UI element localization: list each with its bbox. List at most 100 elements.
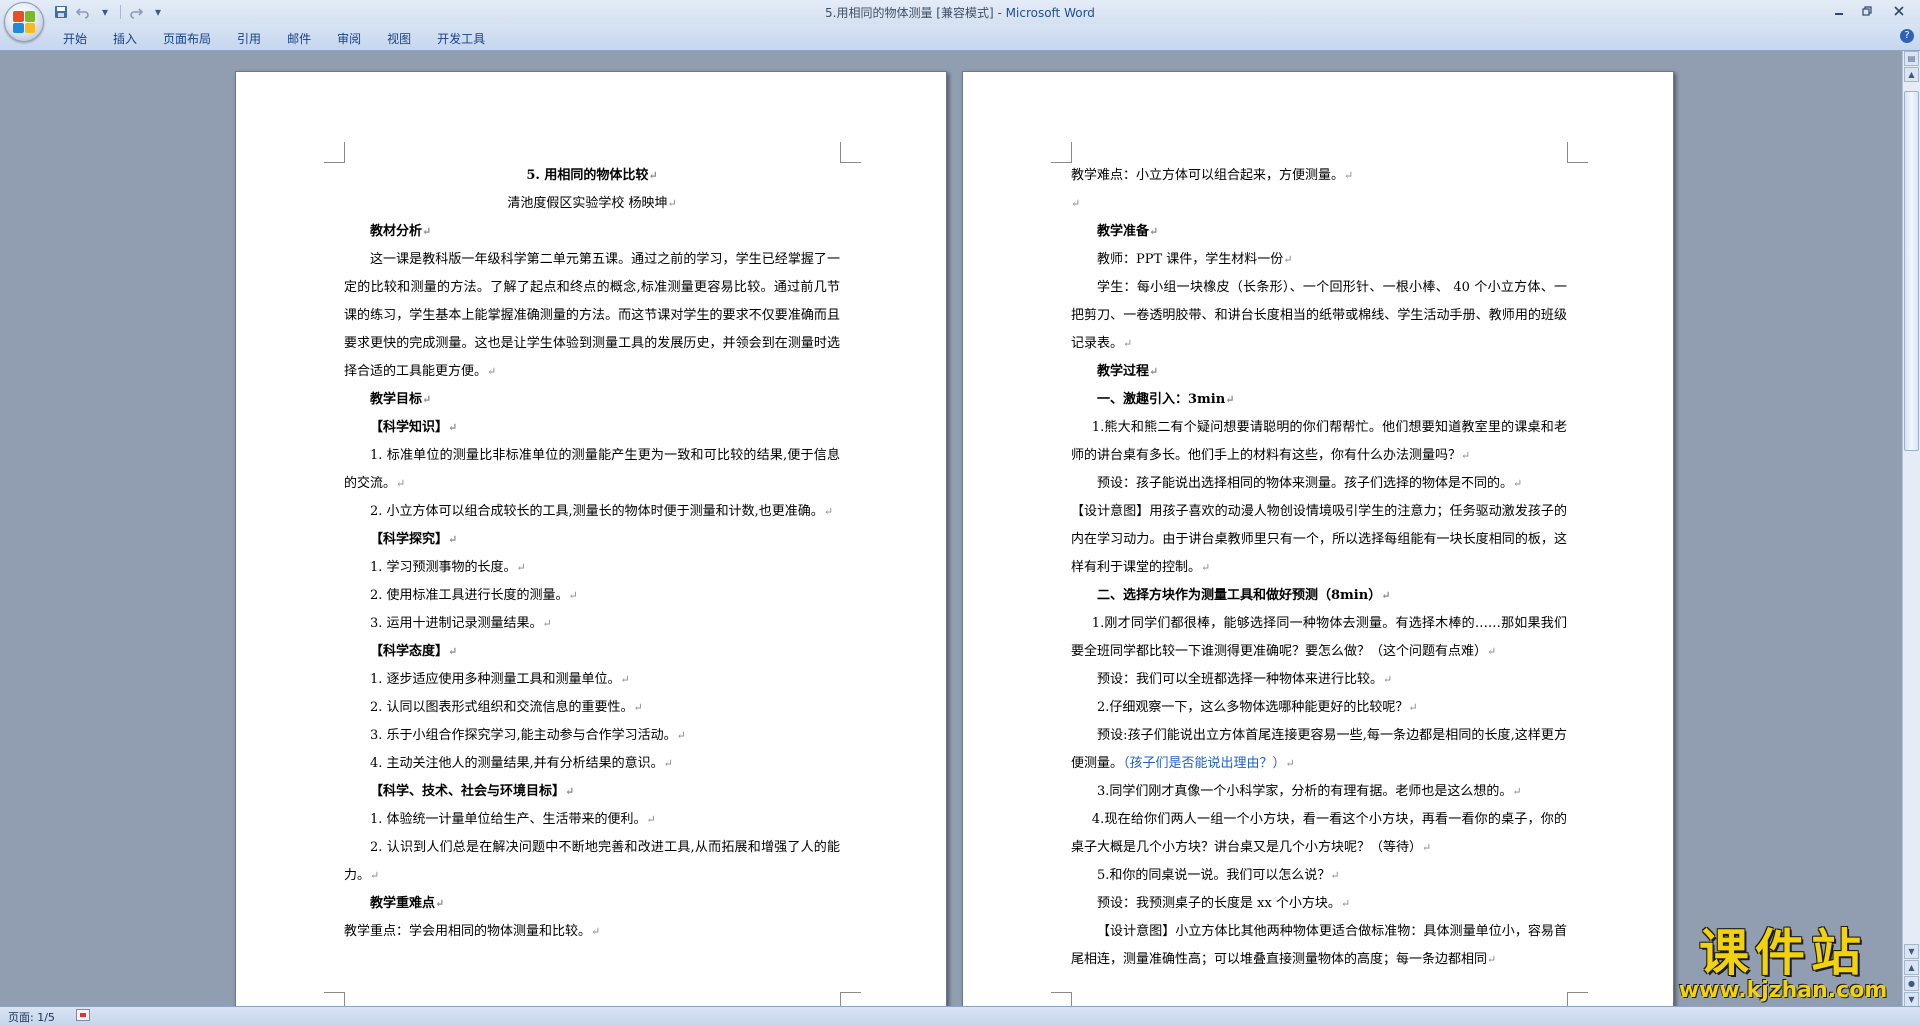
help-icon[interactable]: ? [1900, 29, 1914, 43]
document-paragraph[interactable]: 2. 认同以图表形式组织和交流信息的重要性。↵ [344, 694, 840, 722]
paragraph-mark-icon: ↵ [1225, 393, 1235, 406]
paragraph-text: 二、选择方块作为测量工具和做好预测（8min） [1097, 588, 1382, 603]
document-paragraph[interactable]: ↵ [1071, 190, 1567, 218]
browse-object-icon[interactable]: ● [1904, 976, 1919, 991]
margin-mark-bottom-left [1051, 992, 1072, 1007]
page-1[interactable]: 5. 用相同的物体比较↵ 清池度假区实验学校 杨映坤↵ 教材分析↵ 这一课是教科版一年… [235, 71, 947, 1007]
paragraph-mark-icon: ↵ [823, 505, 834, 518]
office-button[interactable] [4, 2, 44, 42]
document-paragraph[interactable]: 教学重点：学会用相同的物体测量和比较。↵ [344, 918, 840, 946]
paragraph-mark-icon: ↵ [1283, 253, 1293, 266]
tab-review[interactable]: 审阅 [324, 28, 374, 49]
document-paragraph[interactable]: 这一课是教科版一年级科学第二单元第五课。通过之前的学习，学生已经掌握了一定的比较… [344, 246, 840, 386]
document-area[interactable]: 5. 用相同的物体比较↵ 清池度假区实验学校 杨映坤↵ 教材分析↵ 这一课是教科版一年… [0, 51, 1903, 1007]
scroll-down-icon[interactable]: ▼ [1904, 944, 1919, 959]
scrollbar-thumb[interactable] [1904, 91, 1919, 451]
vertical-scrollbar[interactable]: ▤ ▲ ▼ ▲ ● ▼ [1902, 51, 1920, 1007]
document-paragraph[interactable]: 【设计意图】小立方体比其他两种物体更适合做标准物：具体测量单位小，容易首尾相连，… [1071, 918, 1567, 974]
previous-page-icon[interactable]: ▲ [1904, 960, 1919, 975]
paragraph-text: 4. 主动关注他人的测量结果,并有分析结果的意识。 [370, 756, 664, 771]
tab-references[interactable]: 引用 [224, 28, 274, 49]
document-paragraph[interactable]: 教学目标↵ [344, 386, 840, 414]
ribbon-tabs: 开始 插入 页面布局 引用 邮件 审阅 视图 开发工具 [50, 28, 498, 49]
paragraph-mark-icon: ↵ [1461, 449, 1471, 462]
paragraph-text: 清池度假区实验学校 杨映坤 [507, 196, 668, 211]
paragraph-text: 2. 小立方体可以组合成较长的工具,测量长的物体时便于测量和计数,也更准确。 [370, 504, 824, 519]
scroll-up-icon[interactable]: ▲ [1904, 67, 1919, 82]
document-paragraph[interactable]: 预设:孩子们能说出立方体首尾连接更容易一些,每一条边都是相同的长度,这样更方便测… [1071, 722, 1567, 778]
document-paragraph[interactable]: 3. 运用十进制记录测量结果。↵ [344, 610, 840, 638]
document-paragraph[interactable]: 【科学、技术、社会与环境目标】↵ [344, 778, 840, 806]
paragraph-text: 2. 使用标准工具进行长度的测量。 [370, 588, 569, 603]
tab-page-layout[interactable]: 页面布局 [150, 28, 224, 49]
document-paragraph[interactable]: 预设：孩子能说出选择相同的物体来测量。孩子们选择的物体是不同的。↵ [1071, 470, 1567, 498]
tab-mailings[interactable]: 邮件 [274, 28, 324, 49]
document-paragraph[interactable]: 3.同学们刚才真像一个小科学家，分析的有理有据。老师也是这么想的。↵ [1071, 778, 1567, 806]
paragraph-text: 教学重难点 [370, 896, 436, 911]
document-paragraph[interactable]: 2. 认识到人们总是在解决问题中不断地完善和改进工具,从而拓展和增强了人的能力。… [344, 834, 840, 890]
document-paragraph[interactable]: 【科学态度】↵ [344, 638, 840, 666]
paragraph-mark-icon: ↵ [422, 393, 432, 406]
paragraph-mark-icon: ↵ [1422, 841, 1432, 854]
page-2-content[interactable]: 教学难点：小立方体可以组合起来，方便测量。↵ ↵ 教学准备↵ 教师：PPT 课件，学生… [1071, 162, 1567, 974]
ruler-toggle-icon[interactable]: ▤ [1904, 51, 1919, 66]
document-paragraph[interactable]: 【设计意图】用孩子喜欢的动漫人物创设情境吸引学生的注意力；任务驱动激发孩子的内在… [1071, 498, 1567, 582]
document-paragraph[interactable]: 【科学知识】↵ [344, 414, 840, 442]
document-paragraph[interactable]: 2. 小立方体可以组合成较长的工具,测量长的物体时便于测量和计数,也更准确。↵ [344, 498, 840, 526]
tab-insert[interactable]: 插入 [100, 28, 150, 49]
paragraph-text: 教学准备 [1097, 224, 1150, 239]
document-paragraph[interactable]: 教材分析↵ [344, 218, 840, 246]
minimize-icon[interactable] [1826, 2, 1852, 20]
document-paragraph[interactable]: 1. 体验统一计量单位给生产、生活带来的便利。↵ [344, 806, 840, 834]
document-paragraph[interactable]: 学生：每小组一块橡皮（长条形）、一个回形针、一根小棒、 40 个小立方体、一把剪… [1071, 274, 1567, 358]
document-paragraph[interactable]: 1. 学习预测事物的长度。↵ [344, 554, 840, 582]
paragraph-text: 教学目标 [370, 392, 423, 407]
document-paragraph[interactable]: 2.仔细观察一下，这么多物体选哪种能更好的比较呢？↵ [1071, 694, 1567, 722]
document-paragraph[interactable]: 4.现在给你们两人一组一个小方块，看一看这个小方块，再看一看你的桌子，你的桌子大… [1071, 806, 1567, 862]
paragraph-mark-icon: ↵ [422, 225, 432, 238]
tab-developer[interactable]: 开发工具 [424, 28, 498, 49]
document-paragraph[interactable]: 清池度假区实验学校 杨映坤↵ [344, 190, 840, 218]
watermark-logo: 课件站 www.kjzhan.com [1668, 927, 1898, 1003]
restore-icon[interactable] [1854, 2, 1880, 20]
page-2[interactable]: 教学难点：小立方体可以组合起来，方便测量。↵ ↵ 教学准备↵ 教师：PPT 课件，学生… [962, 71, 1674, 1007]
document-paragraph[interactable]: 1.熊大和熊二有个疑问想要请聪明的你们帮帮忙。他们想要知道教室里的课桌和老师的讲… [1071, 414, 1567, 470]
paragraph-text: 【科学探究】 [370, 532, 449, 547]
page-count[interactable]: 页面: 1/5 [8, 1009, 55, 1025]
document-paragraph[interactable]: 教师：PPT 课件，学生材料一份↵ [1071, 246, 1567, 274]
document-paragraph[interactable]: 5.和你的同桌说一说。我们可以怎么说？↵ [1071, 862, 1567, 890]
document-paragraph[interactable]: 二、选择方块作为测量工具和做好预测（8min）↵ [1071, 582, 1567, 610]
tab-view[interactable]: 视图 [374, 28, 424, 49]
proofing-status-icon[interactable] [76, 1009, 90, 1021]
document-paragraph[interactable]: 4. 主动关注他人的测量结果,并有分析结果的意识。↵ [344, 750, 840, 778]
paragraph-text: 1. 逐步适应使用多种测量工具和测量单位。 [370, 672, 621, 687]
document-paragraph[interactable]: 教学准备↵ [1071, 218, 1567, 246]
document-paragraph[interactable]: 教学难点：小立方体可以组合起来，方便测量。↵ [1071, 162, 1567, 190]
document-paragraph[interactable]: 【科学探究】↵ [344, 526, 840, 554]
next-page-icon[interactable]: ▼ [1904, 992, 1919, 1007]
page-1-content[interactable]: 5. 用相同的物体比较↵ 清池度假区实验学校 杨映坤↵ 教材分析↵ 这一课是教科版一年… [344, 162, 840, 946]
margin-mark-top-right [1567, 142, 1588, 163]
comment-link[interactable]: （孩子们是否能说出理由？） [1123, 756, 1286, 771]
document-paragraph[interactable]: 2. 使用标准工具进行长度的测量。↵ [344, 582, 840, 610]
document-paragraph[interactable]: 1. 标准单位的测量比非标准单位的测量能产生更为一致和可比较的结果,便于信息的交… [344, 442, 840, 498]
close-icon[interactable] [1882, 2, 1916, 20]
paragraph-mark-icon: ↵ [448, 421, 458, 434]
paragraph-mark-icon: ↵ [1487, 645, 1497, 658]
paragraph-mark-icon: ↵ [1408, 701, 1418, 714]
document-paragraph[interactable]: 一、激趣引入：3min↵ [1071, 386, 1567, 414]
paragraph-mark-icon: ↵ [1513, 477, 1523, 490]
paragraph-mark-icon: ↵ [663, 757, 673, 770]
margin-mark-bottom-right [1567, 992, 1588, 1007]
document-paragraph[interactable]: 1. 逐步适应使用多种测量工具和测量单位。↵ [344, 666, 840, 694]
document-paragraph[interactable]: 1.刚才同学们都很棒，能够选择同一种物体去测量。有选择木棒的……那如果我们要全班… [1071, 610, 1567, 666]
document-paragraph[interactable]: 5. 用相同的物体比较↵ [344, 162, 840, 190]
document-paragraph[interactable]: 教学重难点↵ [344, 890, 840, 918]
document-paragraph[interactable]: 预设：我预测桌子的长度是 xx 个小方块。↵ [1071, 890, 1567, 918]
paragraph-mark-icon: ↵ [542, 617, 552, 630]
window-title: 5.用相同的物体测量 [兼容模式] - Microsoft Word [0, 4, 1920, 21]
document-paragraph[interactable]: 预设：我们可以全班都选择一种物体来进行比较。↵ [1071, 666, 1567, 694]
document-paragraph[interactable]: 教学过程↵ [1071, 358, 1567, 386]
document-paragraph[interactable]: 3. 乐于小组合作探究学习,能主动参与合作学习活动。↵ [344, 722, 840, 750]
tab-home[interactable]: 开始 [50, 28, 100, 49]
